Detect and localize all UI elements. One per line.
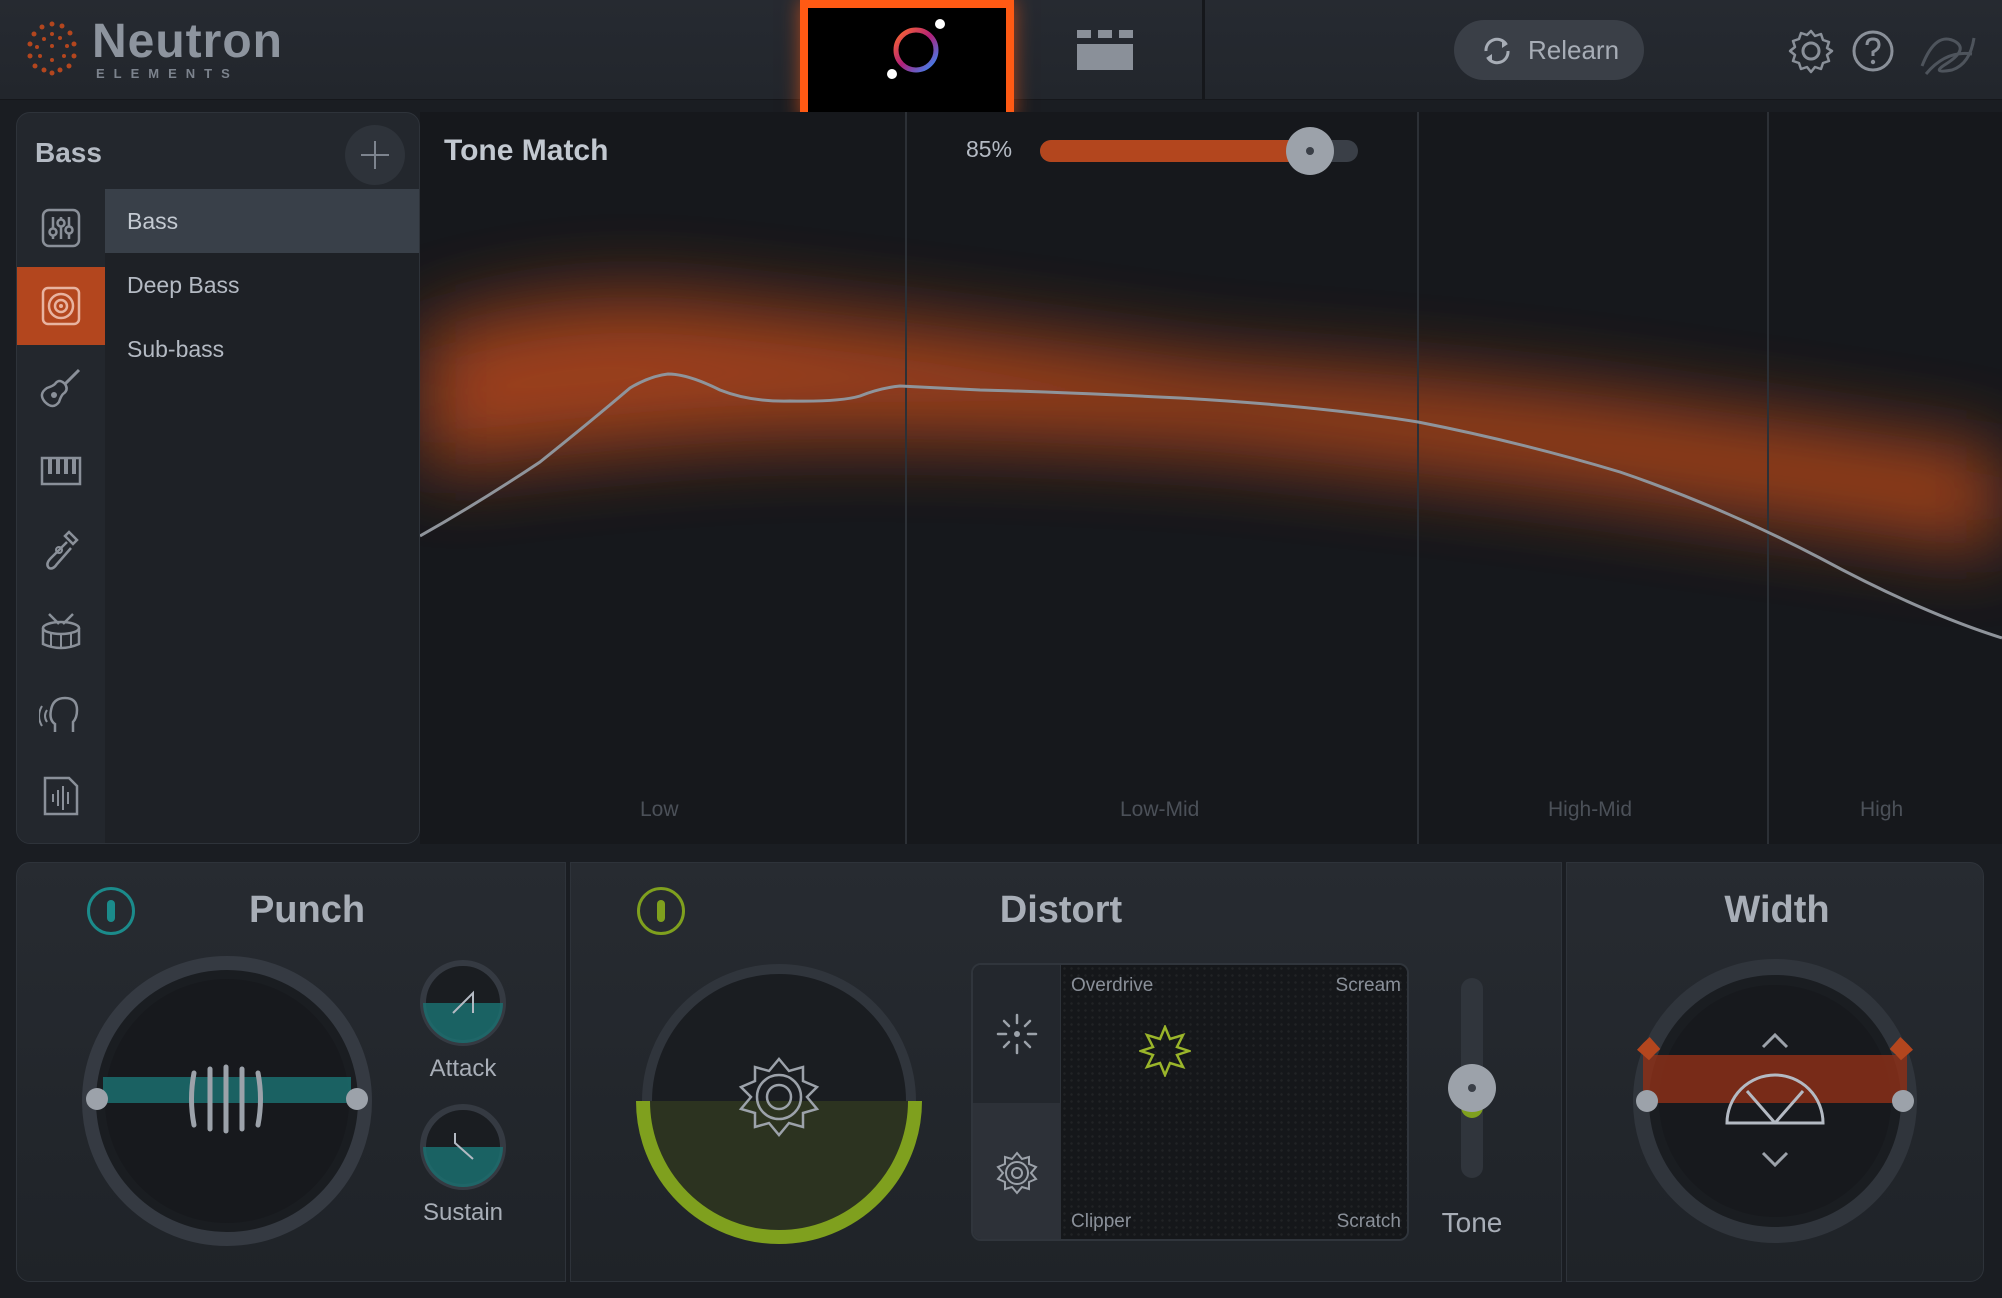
category-voice[interactable] [17, 675, 105, 753]
band-label-low: Low [640, 798, 679, 821]
header-divider [1202, 0, 1205, 100]
mixer-grid-icon[interactable] [1075, 28, 1135, 72]
corner-scratch: Scratch [1336, 1211, 1401, 1232]
refresh-icon [1484, 37, 1510, 65]
distort-tone-thumb[interactable] [1448, 1064, 1496, 1112]
neutron-logo-icon [27, 21, 77, 76]
guitar-icon [40, 368, 81, 408]
category-bass[interactable] [17, 267, 105, 345]
category-audio[interactable] [17, 757, 105, 835]
width-handle-left [1636, 1090, 1658, 1112]
tone-match-amount-thumb[interactable] [1286, 127, 1335, 175]
preset-item-bass[interactable]: Bass [105, 189, 419, 253]
relearn-button[interactable]: Relearn [1454, 20, 1644, 80]
category-keys[interactable] [17, 433, 105, 511]
distort-mode-tabs [973, 965, 1061, 1239]
audio-file-icon [43, 776, 79, 816]
spark-icon [996, 1013, 1038, 1055]
tone-match-amount-fill [1040, 140, 1311, 162]
izotope-logo-icon[interactable] [1916, 20, 1980, 84]
tone-match-spectrum [420, 112, 2002, 844]
preset-item-deep-bass[interactable]: Deep Bass [105, 253, 419, 317]
corner-overdrive: Overdrive [1071, 975, 1154, 996]
speaker-bass-icon [41, 286, 81, 326]
preset-item-sub-bass[interactable]: Sub-bass [105, 317, 419, 381]
attack-knob [420, 960, 506, 1046]
tone-match-panel: Tone Match 85% Low Low-Mid High-Mid High [420, 112, 2002, 844]
width-handle-right [1892, 1090, 1914, 1112]
instrument-title: Bass [35, 137, 102, 168]
category-general[interactable] [17, 189, 105, 267]
sustain-knob [420, 1104, 506, 1190]
add-preset-button[interactable] [345, 125, 405, 185]
punch-module: Punch Attack Sustain [16, 862, 566, 1282]
help-icon[interactable] [1850, 28, 1896, 74]
distort-style-pad[interactable]: Overdrive Scream Clipper Scratch [971, 963, 1409, 1241]
distort-mode-tab-spark[interactable] [973, 965, 1061, 1103]
band-label-high-mid: High-Mid [1548, 798, 1633, 821]
tone-label: Tone [1441, 1207, 1503, 1238]
distort-mode-tab-saturation[interactable] [973, 1103, 1061, 1239]
header: Neutron ELEMENTS Relearn [0, 0, 2002, 120]
piano-keys-icon [40, 456, 82, 486]
width-knob-graphic [1633, 959, 1917, 1243]
relearn-label: Relearn [1528, 34, 1620, 65]
attack-label: Attack [429, 1055, 497, 1082]
brass-icon [46, 530, 79, 570]
gear-icon[interactable] [1788, 28, 1834, 74]
distort-tone-slider[interactable] [1448, 978, 1496, 1178]
distort-module: Distort Overdrive Scream Clipper Scratch… [570, 862, 1562, 1282]
saturation-icon [996, 1151, 1038, 1195]
corner-clipper: Clipper [1071, 1211, 1132, 1232]
drum-icon [41, 613, 81, 650]
target-band [420, 296, 2002, 552]
punch-handle-right [346, 1088, 368, 1110]
distort-xy-field[interactable]: Overdrive Scream Clipper Scratch [1061, 965, 1407, 1239]
distort-position-marker[interactable] [1139, 1025, 1191, 1077]
assistant-orb-icon [887, 19, 945, 79]
width-module: Width [1566, 862, 1984, 1282]
brand-name: Neutron [92, 15, 283, 68]
category-drums[interactable] [17, 593, 105, 671]
voice-icon [39, 696, 79, 732]
corner-scream: Scream [1335, 975, 1401, 996]
band-label-high: High [1860, 798, 1904, 821]
sustain-label: Sustain [422, 1199, 504, 1226]
punch-handle-left [86, 1088, 108, 1110]
general-mixer-icon [41, 208, 81, 248]
band-label-low-mid: Low-Mid [1120, 798, 1200, 821]
tone-match-title: Tone Match [444, 134, 609, 167]
instrument-panel: Bass Bass Deep Bass Sub-bass [16, 112, 420, 844]
category-guitar[interactable] [17, 349, 105, 427]
instrument-category-column [17, 189, 105, 843]
tone-match-amount-slider[interactable] [1040, 127, 1358, 175]
brand-subtitle: ELEMENTS [96, 66, 239, 81]
assistant-button[interactable] [800, 0, 1014, 120]
category-brass[interactable] [17, 511, 105, 589]
tone-match-amount-label: 85% [966, 136, 1013, 162]
distort-knob-graphic [636, 964, 922, 1244]
preset-list: Bass Deep Bass Sub-bass [105, 189, 419, 843]
